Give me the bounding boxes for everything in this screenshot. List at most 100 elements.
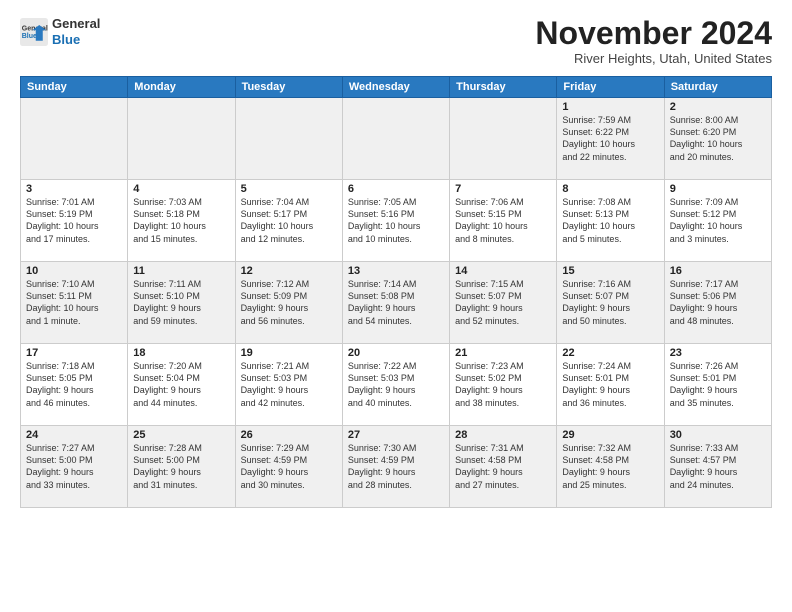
day-number: 8 bbox=[562, 183, 658, 195]
calendar-cell bbox=[21, 98, 128, 180]
day-number: 16 bbox=[670, 265, 766, 277]
day-info: Sunrise: 7:22 AM Sunset: 5:03 PM Dayligh… bbox=[348, 360, 444, 409]
day-number: 10 bbox=[26, 265, 122, 277]
day-info: Sunrise: 7:28 AM Sunset: 5:00 PM Dayligh… bbox=[133, 442, 229, 491]
calendar-cell bbox=[450, 98, 557, 180]
day-number: 3 bbox=[26, 183, 122, 195]
day-info: Sunrise: 7:20 AM Sunset: 5:04 PM Dayligh… bbox=[133, 360, 229, 409]
calendar-cell: 29Sunrise: 7:32 AM Sunset: 4:58 PM Dayli… bbox=[557, 426, 664, 508]
day-number: 13 bbox=[348, 265, 444, 277]
day-info: Sunrise: 7:11 AM Sunset: 5:10 PM Dayligh… bbox=[133, 278, 229, 327]
calendar-cell: 16Sunrise: 7:17 AM Sunset: 5:06 PM Dayli… bbox=[664, 262, 771, 344]
day-info: Sunrise: 7:05 AM Sunset: 5:16 PM Dayligh… bbox=[348, 196, 444, 245]
day-info: Sunrise: 7:32 AM Sunset: 4:58 PM Dayligh… bbox=[562, 442, 658, 491]
calendar-cell: 13Sunrise: 7:14 AM Sunset: 5:08 PM Dayli… bbox=[342, 262, 449, 344]
location: River Heights, Utah, United States bbox=[535, 51, 772, 66]
day-info: Sunrise: 7:14 AM Sunset: 5:08 PM Dayligh… bbox=[348, 278, 444, 327]
day-info: Sunrise: 7:21 AM Sunset: 5:03 PM Dayligh… bbox=[241, 360, 337, 409]
calendar-cell: 12Sunrise: 7:12 AM Sunset: 5:09 PM Dayli… bbox=[235, 262, 342, 344]
day-number: 7 bbox=[455, 183, 551, 195]
day-number: 19 bbox=[241, 347, 337, 359]
calendar-cell: 28Sunrise: 7:31 AM Sunset: 4:58 PM Dayli… bbox=[450, 426, 557, 508]
day-info: Sunrise: 7:04 AM Sunset: 5:17 PM Dayligh… bbox=[241, 196, 337, 245]
day-number: 22 bbox=[562, 347, 658, 359]
svg-text:Blue: Blue bbox=[22, 33, 37, 40]
calendar-cell: 23Sunrise: 7:26 AM Sunset: 5:01 PM Dayli… bbox=[664, 344, 771, 426]
page: General Blue General Blue November 2024 … bbox=[0, 0, 792, 518]
day-number: 18 bbox=[133, 347, 229, 359]
day-info: Sunrise: 7:01 AM Sunset: 5:19 PM Dayligh… bbox=[26, 196, 122, 245]
calendar-cell: 3Sunrise: 7:01 AM Sunset: 5:19 PM Daylig… bbox=[21, 180, 128, 262]
calendar-cell: 1Sunrise: 7:59 AM Sunset: 6:22 PM Daylig… bbox=[557, 98, 664, 180]
day-info: Sunrise: 7:09 AM Sunset: 5:12 PM Dayligh… bbox=[670, 196, 766, 245]
calendar-cell: 11Sunrise: 7:11 AM Sunset: 5:10 PM Dayli… bbox=[128, 262, 235, 344]
calendar-cell bbox=[128, 98, 235, 180]
calendar-week-3: 10Sunrise: 7:10 AM Sunset: 5:11 PM Dayli… bbox=[21, 262, 772, 344]
calendar-header-thursday: Thursday bbox=[450, 77, 557, 98]
day-info: Sunrise: 7:30 AM Sunset: 4:59 PM Dayligh… bbox=[348, 442, 444, 491]
calendar-table: SundayMondayTuesdayWednesdayThursdayFrid… bbox=[20, 76, 772, 508]
day-number: 21 bbox=[455, 347, 551, 359]
calendar-cell: 17Sunrise: 7:18 AM Sunset: 5:05 PM Dayli… bbox=[21, 344, 128, 426]
calendar-cell: 9Sunrise: 7:09 AM Sunset: 5:12 PM Daylig… bbox=[664, 180, 771, 262]
day-info: Sunrise: 7:23 AM Sunset: 5:02 PM Dayligh… bbox=[455, 360, 551, 409]
day-info: Sunrise: 7:03 AM Sunset: 5:18 PM Dayligh… bbox=[133, 196, 229, 245]
day-number: 17 bbox=[26, 347, 122, 359]
logo-icon: General Blue bbox=[20, 18, 48, 46]
calendar-cell: 22Sunrise: 7:24 AM Sunset: 5:01 PM Dayli… bbox=[557, 344, 664, 426]
day-info: Sunrise: 7:06 AM Sunset: 5:15 PM Dayligh… bbox=[455, 196, 551, 245]
day-number: 5 bbox=[241, 183, 337, 195]
day-number: 30 bbox=[670, 429, 766, 441]
day-info: Sunrise: 7:10 AM Sunset: 5:11 PM Dayligh… bbox=[26, 278, 122, 327]
day-number: 26 bbox=[241, 429, 337, 441]
calendar-header-wednesday: Wednesday bbox=[342, 77, 449, 98]
day-number: 4 bbox=[133, 183, 229, 195]
calendar-week-2: 3Sunrise: 7:01 AM Sunset: 5:19 PM Daylig… bbox=[21, 180, 772, 262]
calendar-cell: 19Sunrise: 7:21 AM Sunset: 5:03 PM Dayli… bbox=[235, 344, 342, 426]
calendar-cell: 15Sunrise: 7:16 AM Sunset: 5:07 PM Dayli… bbox=[557, 262, 664, 344]
day-info: Sunrise: 7:17 AM Sunset: 5:06 PM Dayligh… bbox=[670, 278, 766, 327]
day-number: 1 bbox=[562, 101, 658, 113]
calendar-header-sunday: Sunday bbox=[21, 77, 128, 98]
calendar-cell: 2Sunrise: 8:00 AM Sunset: 6:20 PM Daylig… bbox=[664, 98, 771, 180]
day-info: Sunrise: 7:29 AM Sunset: 4:59 PM Dayligh… bbox=[241, 442, 337, 491]
calendar-header-friday: Friday bbox=[557, 77, 664, 98]
day-number: 11 bbox=[133, 265, 229, 277]
calendar-cell: 7Sunrise: 7:06 AM Sunset: 5:15 PM Daylig… bbox=[450, 180, 557, 262]
day-info: Sunrise: 7:27 AM Sunset: 5:00 PM Dayligh… bbox=[26, 442, 122, 491]
logo: General Blue General Blue bbox=[20, 16, 100, 47]
day-info: Sunrise: 7:08 AM Sunset: 5:13 PM Dayligh… bbox=[562, 196, 658, 245]
calendar-cell: 4Sunrise: 7:03 AM Sunset: 5:18 PM Daylig… bbox=[128, 180, 235, 262]
calendar-header-saturday: Saturday bbox=[664, 77, 771, 98]
day-number: 24 bbox=[26, 429, 122, 441]
calendar-cell: 8Sunrise: 7:08 AM Sunset: 5:13 PM Daylig… bbox=[557, 180, 664, 262]
logo-text: General Blue bbox=[52, 16, 100, 47]
calendar-cell: 21Sunrise: 7:23 AM Sunset: 5:02 PM Dayli… bbox=[450, 344, 557, 426]
day-number: 12 bbox=[241, 265, 337, 277]
day-info: Sunrise: 7:15 AM Sunset: 5:07 PM Dayligh… bbox=[455, 278, 551, 327]
calendar-cell bbox=[235, 98, 342, 180]
calendar-week-4: 17Sunrise: 7:18 AM Sunset: 5:05 PM Dayli… bbox=[21, 344, 772, 426]
calendar-cell: 5Sunrise: 7:04 AM Sunset: 5:17 PM Daylig… bbox=[235, 180, 342, 262]
day-info: Sunrise: 7:26 AM Sunset: 5:01 PM Dayligh… bbox=[670, 360, 766, 409]
day-number: 6 bbox=[348, 183, 444, 195]
day-info: Sunrise: 7:31 AM Sunset: 4:58 PM Dayligh… bbox=[455, 442, 551, 491]
day-info: Sunrise: 8:00 AM Sunset: 6:20 PM Dayligh… bbox=[670, 114, 766, 163]
day-info: Sunrise: 7:59 AM Sunset: 6:22 PM Dayligh… bbox=[562, 114, 658, 163]
day-number: 27 bbox=[348, 429, 444, 441]
calendar-header-tuesday: Tuesday bbox=[235, 77, 342, 98]
calendar-week-1: 1Sunrise: 7:59 AM Sunset: 6:22 PM Daylig… bbox=[21, 98, 772, 180]
day-info: Sunrise: 7:16 AM Sunset: 5:07 PM Dayligh… bbox=[562, 278, 658, 327]
day-info: Sunrise: 7:24 AM Sunset: 5:01 PM Dayligh… bbox=[562, 360, 658, 409]
day-info: Sunrise: 7:12 AM Sunset: 5:09 PM Dayligh… bbox=[241, 278, 337, 327]
day-number: 14 bbox=[455, 265, 551, 277]
calendar-header-monday: Monday bbox=[128, 77, 235, 98]
calendar-cell: 10Sunrise: 7:10 AM Sunset: 5:11 PM Dayli… bbox=[21, 262, 128, 344]
title-block: November 2024 River Heights, Utah, Unite… bbox=[535, 16, 772, 66]
day-number: 9 bbox=[670, 183, 766, 195]
calendar-week-5: 24Sunrise: 7:27 AM Sunset: 5:00 PM Dayli… bbox=[21, 426, 772, 508]
day-number: 29 bbox=[562, 429, 658, 441]
day-number: 2 bbox=[670, 101, 766, 113]
calendar-cell: 14Sunrise: 7:15 AM Sunset: 5:07 PM Dayli… bbox=[450, 262, 557, 344]
day-info: Sunrise: 7:33 AM Sunset: 4:57 PM Dayligh… bbox=[670, 442, 766, 491]
